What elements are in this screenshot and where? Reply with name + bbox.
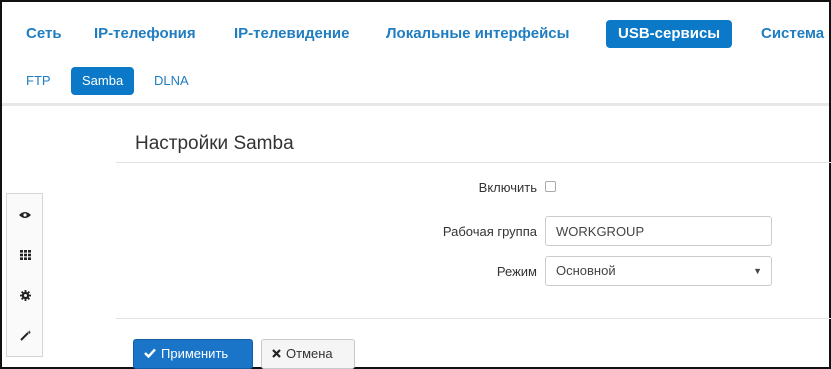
magic-wand-icon[interactable] [7,315,43,355]
workgroup-input[interactable] [545,216,772,246]
workgroup-label: Рабочая группа [442,224,537,239]
nav-usb-services[interactable]: USB-сервисы [606,20,733,48]
chevron-down-icon: ▼ [753,266,762,276]
tab-samba[interactable]: Samba [71,67,135,95]
cancel-button[interactable]: Отмена [261,339,355,369]
apply-button-label: Применить [161,346,229,361]
title-divider [116,162,831,163]
eye-icon[interactable] [7,195,43,235]
side-toolbar [6,193,43,357]
nav-ip-telephony[interactable]: IP-телефония [82,20,208,48]
enable-label: Включить [478,180,537,195]
check-icon [144,340,156,368]
top-nav: Сеть IP-телефония IP-телевидение Локальн… [2,20,829,48]
nav-ip-tv[interactable]: IP-телевидение [222,20,361,48]
nav-divider [2,103,829,106]
grid-icon[interactable] [7,235,43,275]
footer-divider [116,318,831,319]
enable-checkbox[interactable] [545,181,556,192]
gear-icon[interactable] [7,275,43,315]
sub-nav: FTP Samba DLNA [2,67,829,95]
mode-select-value: Основной [556,263,616,278]
tab-ftp[interactable]: FTP [15,67,62,95]
nav-system[interactable]: Система [749,20,831,48]
cancel-button-label: Отмена [286,346,333,361]
close-icon [272,340,281,368]
mode-label: Режим [496,264,537,279]
page-title: Настройки Samba [135,133,294,154]
nav-local-interfaces[interactable]: Локальные интерфейсы [374,20,581,48]
apply-button[interactable]: Применить [133,339,253,369]
mode-select[interactable]: Основной ▼ [545,256,772,286]
nav-network[interactable]: Сеть [14,20,74,48]
tab-dlna[interactable]: DLNA [143,67,200,95]
